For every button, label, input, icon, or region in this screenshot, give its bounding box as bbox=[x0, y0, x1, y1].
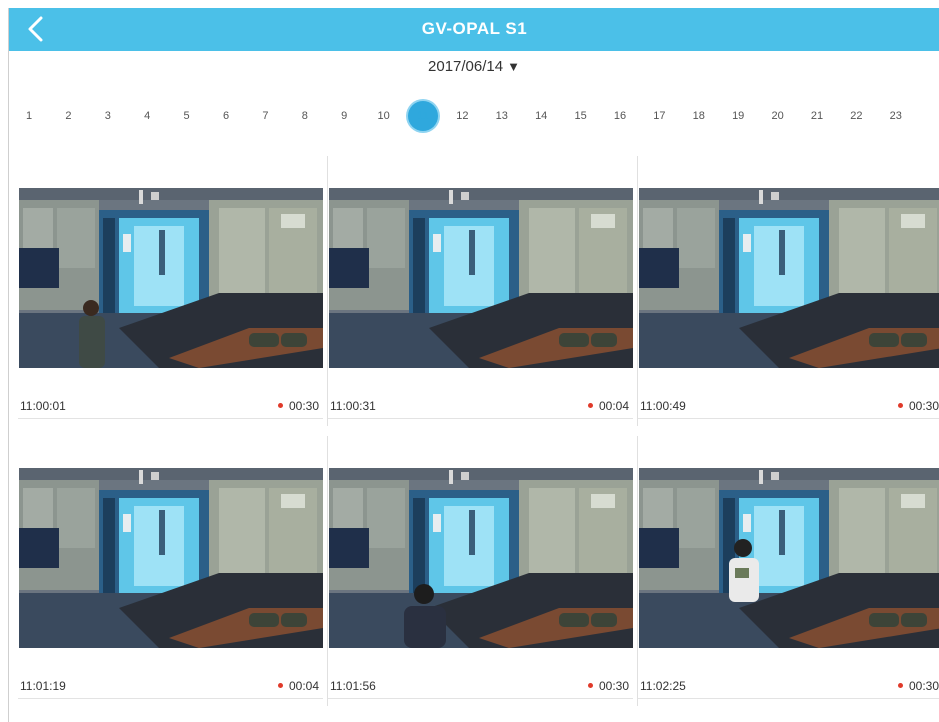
app-window: GV-OPAL S1 2017/06/14 ▼ 1 2 3 4 5 6 7 8 9 10 11 12 13… bbox=[8, 8, 939, 722]
clip-duration-value: 00:30 bbox=[598, 679, 629, 693]
hour-13[interactable]: 13 bbox=[487, 101, 517, 131]
hour-15[interactable]: 15 bbox=[566, 101, 596, 131]
clip-card[interactable]: 11:00:01 00:30 bbox=[18, 156, 328, 426]
clip-start-time: 11:01:56 bbox=[330, 679, 376, 693]
divider bbox=[328, 698, 633, 699]
hour-20[interactable]: 20 bbox=[763, 101, 793, 131]
clip-duration: 00:30 bbox=[587, 679, 629, 693]
divider bbox=[18, 698, 323, 699]
clip-duration-value: 00:04 bbox=[598, 399, 629, 413]
divider bbox=[18, 418, 323, 419]
clip-duration: 00:04 bbox=[277, 679, 319, 693]
hour-8[interactable]: 8 bbox=[290, 101, 320, 131]
clip-card[interactable]: 11:00:31 00:04 bbox=[328, 156, 638, 426]
clip-card[interactable]: 11:01:19 00:04 bbox=[18, 436, 328, 706]
clip-start-time: 11:00:31 bbox=[330, 399, 376, 413]
clip-thumbnail[interactable] bbox=[329, 468, 633, 648]
hour-4[interactable]: 4 bbox=[132, 101, 162, 131]
clip-thumbnail[interactable] bbox=[19, 468, 323, 648]
clip-thumbnail[interactable] bbox=[639, 468, 939, 648]
hour-6[interactable]: 6 bbox=[211, 101, 241, 131]
divider bbox=[328, 418, 633, 419]
divider bbox=[638, 418, 939, 419]
hour-11[interactable]: 11 bbox=[408, 101, 438, 131]
clip-duration-value: 00:04 bbox=[288, 679, 319, 693]
hour-16[interactable]: 16 bbox=[605, 101, 635, 131]
hour-10[interactable]: 10 bbox=[369, 101, 399, 131]
recording-dot-icon bbox=[277, 683, 283, 688]
hour-14[interactable]: 14 bbox=[526, 101, 556, 131]
clip-duration: 00:30 bbox=[897, 399, 939, 413]
recording-dot-icon bbox=[897, 403, 903, 408]
clip-duration: 00:30 bbox=[897, 679, 939, 693]
clip-duration-value: 00:30 bbox=[288, 399, 319, 413]
hour-19[interactable]: 19 bbox=[723, 101, 753, 131]
clip-thumbnail[interactable] bbox=[639, 188, 939, 368]
clip-duration: 00:30 bbox=[277, 399, 319, 413]
recording-dot-icon bbox=[277, 403, 283, 408]
clip-start-time: 11:00:49 bbox=[640, 399, 686, 413]
hour-22[interactable]: 22 bbox=[841, 101, 871, 131]
clip-thumbnail[interactable] bbox=[19, 188, 323, 368]
recording-dot-icon bbox=[587, 403, 593, 408]
clip-card[interactable]: 11:00:49 00:30 bbox=[638, 156, 939, 426]
clip-duration: 00:04 bbox=[587, 399, 629, 413]
clip-thumbnail[interactable] bbox=[329, 188, 633, 368]
clip-start-time: 11:01:19 bbox=[20, 679, 66, 693]
hour-23[interactable]: 23 bbox=[881, 101, 911, 131]
hour-5[interactable]: 5 bbox=[172, 101, 202, 131]
clip-start-time: 11:02:25 bbox=[640, 679, 686, 693]
hour-18[interactable]: 18 bbox=[684, 101, 714, 131]
hour-7[interactable]: 7 bbox=[250, 101, 280, 131]
hour-9[interactable]: 9 bbox=[329, 101, 359, 131]
recording-dot-icon bbox=[587, 683, 593, 688]
date-label: 2017/06/14 bbox=[428, 58, 504, 75]
recording-dot-icon bbox=[897, 683, 903, 688]
hour-2[interactable]: 2 bbox=[53, 101, 83, 131]
title-bar: GV-OPAL S1 bbox=[9, 8, 939, 51]
hour-17[interactable]: 17 bbox=[644, 101, 674, 131]
clip-duration-value: 00:30 bbox=[908, 399, 939, 413]
hour-1[interactable]: 1 bbox=[14, 101, 44, 131]
clip-card[interactable]: 11:02:25 00:30 bbox=[638, 436, 939, 706]
clip-card[interactable]: 11:01:56 00:30 bbox=[328, 436, 638, 706]
dropdown-caret-icon: ▼ bbox=[507, 59, 520, 74]
page-title: GV-OPAL S1 bbox=[421, 19, 528, 38]
hour-selector-strip: 1 2 3 4 5 6 7 8 9 10 11 12 13 14 15 16 17 18 19 20 21 22 23 bbox=[9, 101, 939, 131]
date-selector[interactable]: 2017/06/14 ▼ bbox=[9, 58, 939, 75]
divider bbox=[638, 698, 939, 699]
clip-duration-value: 00:30 bbox=[908, 679, 939, 693]
hour-3[interactable]: 3 bbox=[93, 101, 123, 131]
hour-12[interactable]: 12 bbox=[447, 101, 477, 131]
clip-start-time: 11:00:01 bbox=[20, 399, 66, 413]
hour-21[interactable]: 21 bbox=[802, 101, 832, 131]
